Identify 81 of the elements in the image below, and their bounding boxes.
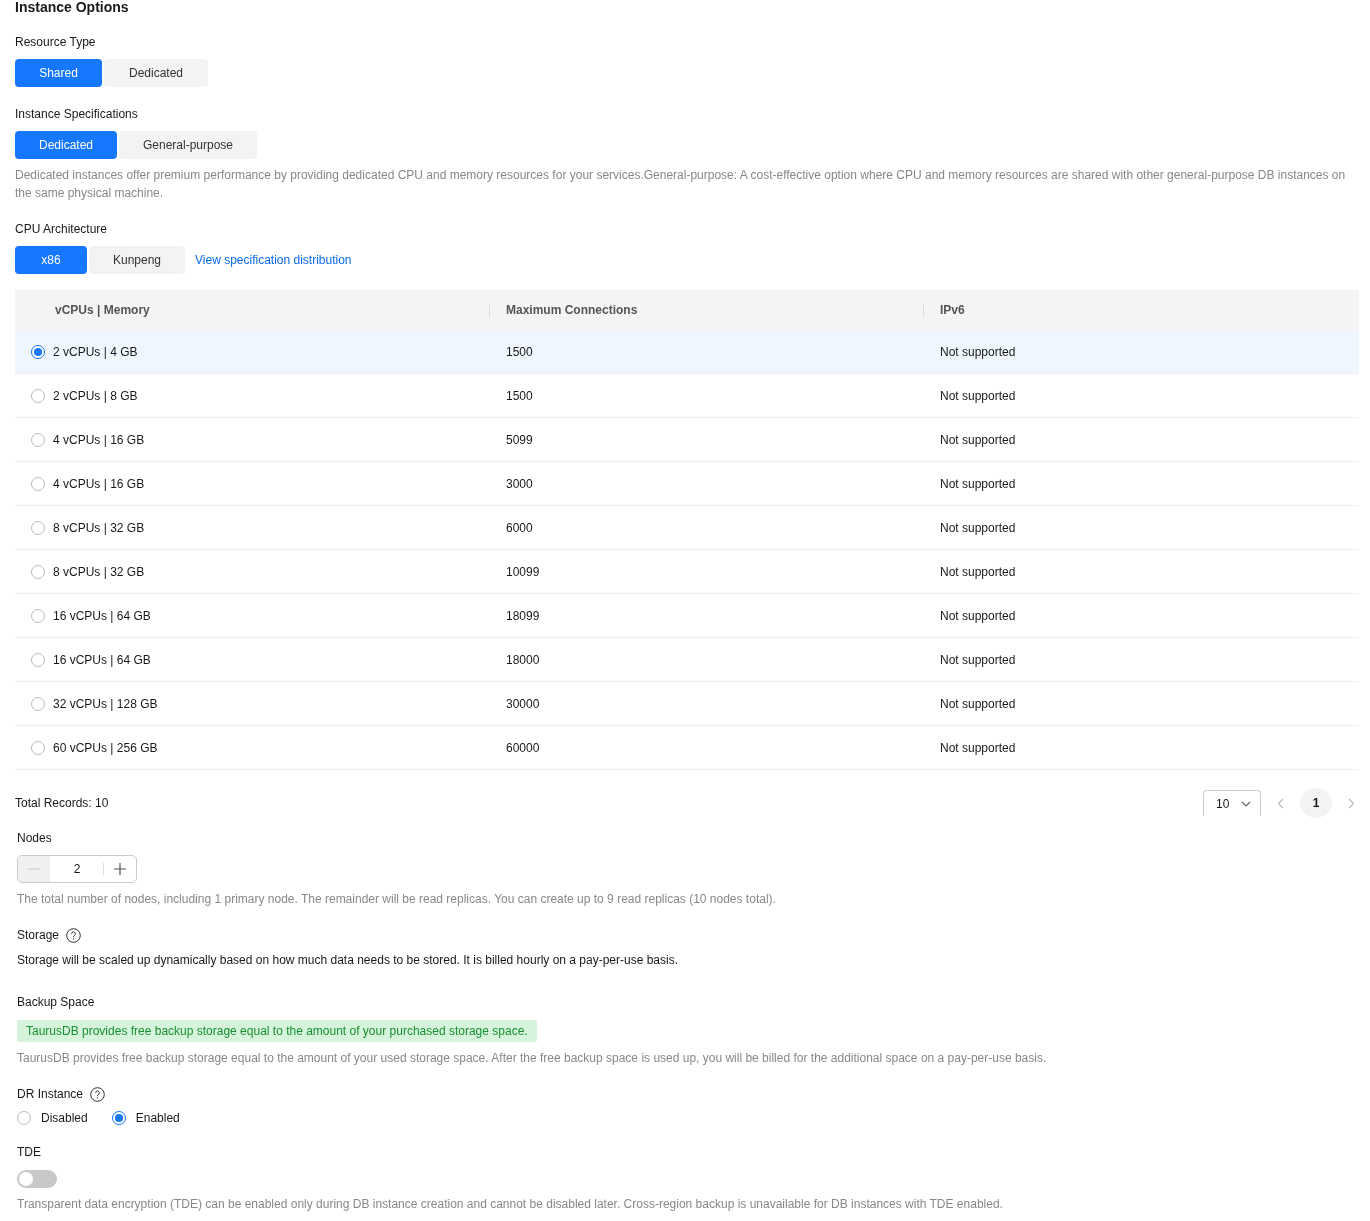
- table-cell: Not supported: [940, 432, 1016, 447]
- radio-button[interactable]: [31, 608, 45, 623]
- specification-link[interactable]: View specification distribution: [195, 253, 352, 267]
- table-cell: 18000: [506, 652, 540, 667]
- table-cell: 8 vCPUs | 32 GB: [53, 520, 145, 535]
- total-records: Total Records: 10: [15, 796, 109, 810]
- radio-button[interactable]: [31, 652, 45, 667]
- field-label: Backup Space: [17, 994, 96, 1010]
- radio-button[interactable]: [111, 1111, 126, 1125]
- table-cell: Not supported: [940, 652, 1016, 667]
- radio-button[interactable]: [31, 388, 45, 403]
- chevron-down-icon: [1241, 800, 1252, 807]
- table-cell: 2 vCPUs | 4 GB: [53, 344, 138, 359]
- field-label: Resource Type: [15, 34, 97, 50]
- table-cell: Not supported: [940, 696, 1016, 711]
- field-label: TDE: [17, 1144, 42, 1160]
- field-label: Nodes: [17, 830, 53, 846]
- description-text: Transparent data encryption (TDE) can be enabled only during DB instance creation and cannot be disabled later. Cross-region backup is unavailable for DB instances with TDE enabled.: [17, 1196, 1004, 1213]
- table-cell: Not supported: [940, 608, 1016, 623]
- description-text: The total number of nodes, including 1 primary node. The remainder will be read replicas. You can create up to 9 read replicas (10 nodes total).: [17, 891, 777, 908]
- table-cell: 32 vCPUs | 128 GB: [53, 696, 158, 711]
- radio-button[interactable]: [31, 476, 45, 491]
- table-cell: 16 vCPUs | 64 GB: [53, 652, 151, 667]
- table-cell: Not supported: [940, 476, 1016, 491]
- table-cell: Not supported: [940, 344, 1016, 359]
- table-cell: 60 vCPUs | 256 GB: [53, 740, 158, 755]
- radio-button[interactable]: [31, 564, 45, 579]
- table-cell: 3000: [506, 476, 533, 491]
- field-label: Instance Specifications: [15, 106, 139, 122]
- radio-button[interactable]: [31, 740, 45, 755]
- table-cell: Not supported: [940, 520, 1016, 535]
- table-cell: 4 vCPUs | 16 GB: [53, 476, 145, 491]
- table-cell: 4 vCPUs | 16 GB: [53, 432, 145, 447]
- option-button[interactable]: x86: [15, 246, 87, 274]
- table-cell: 1500: [506, 344, 533, 359]
- field-label: DR Instance: [17, 1086, 84, 1102]
- option-button[interactable]: Dedicated: [104, 59, 208, 87]
- page-size-dropdown[interactable]: 10: [1203, 790, 1261, 816]
- radio-button[interactable]: [17, 1111, 31, 1125]
- column-header: Maximum Connections: [506, 303, 638, 317]
- field-label: CPU Architecture: [15, 221, 109, 237]
- page-number[interactable]: 1: [1300, 788, 1332, 818]
- table-cell: 16 vCPUs | 64 GB: [53, 608, 151, 623]
- option-button[interactable]: General-purpose: [119, 131, 257, 159]
- table-cell: 5099: [506, 432, 533, 447]
- table-cell: 1500: [506, 388, 533, 403]
- previous-page-icon[interactable]: [1277, 797, 1284, 809]
- next-page-icon[interactable]: [1348, 797, 1355, 809]
- description-text: Dedicated instances offer premium performance by providing dedicated CPU and memory resources for your services.General-purpose: A cost-effective option where CPU and memory resources are shared with other general-purpose DB instances on the same physical machine.: [15, 167, 1347, 202]
- option-button[interactable]: Shared: [15, 59, 102, 87]
- column-header: IPv6: [940, 303, 965, 317]
- toggle-switch[interactable]: [17, 1170, 57, 1188]
- description-text: TaurusDB provides free backup storage equal to the amount of your used storage space. After the free backup space is used up, you will be billed for the additional space on a pay-per-use basis.: [17, 1050, 1048, 1067]
- table-cell: 8 vCPUs | 32 GB: [53, 564, 145, 579]
- table-cell: Not supported: [940, 564, 1016, 579]
- radio-button[interactable]: [31, 696, 45, 711]
- table-cell: 6000: [506, 520, 533, 535]
- number-stepper[interactable]: 2: [17, 855, 137, 883]
- table-cell: Not supported: [940, 388, 1016, 403]
- help-icon[interactable]: [66, 927, 82, 943]
- table-cell: 30000: [506, 696, 540, 711]
- table-cell: 10099: [506, 564, 540, 579]
- table-cell: 2 vCPUs | 8 GB: [53, 388, 138, 403]
- radio-button[interactable]: [31, 432, 45, 447]
- column-header: vCPUs | Memory: [55, 303, 150, 317]
- section-title: Instance Options: [15, 0, 130, 15]
- radio-button[interactable]: [31, 520, 45, 535]
- table-cell: 18099: [506, 608, 540, 623]
- radio-button[interactable]: [31, 344, 45, 359]
- help-icon[interactable]: [90, 1086, 106, 1102]
- option-button[interactable]: Dedicated: [15, 131, 117, 159]
- field-label: Storage: [17, 927, 60, 943]
- radio-label: Enabled: [135, 1111, 180, 1125]
- table-cell: 60000: [506, 740, 540, 755]
- notice-banner: TaurusDB provides free backup storage equal to the amount of your purchased storage space.: [17, 1020, 537, 1042]
- description-text: Storage will be scaled up dynamically based on how much data needs to be stored. It is billed hourly on a pay-per-use basis.: [17, 952, 680, 968]
- stepper-value: 2: [50, 863, 104, 875]
- option-button[interactable]: Kunpeng: [89, 246, 185, 274]
- plus-icon: [114, 863, 126, 875]
- radio-label: Disabled: [41, 1111, 88, 1125]
- table-cell: Not supported: [940, 740, 1016, 755]
